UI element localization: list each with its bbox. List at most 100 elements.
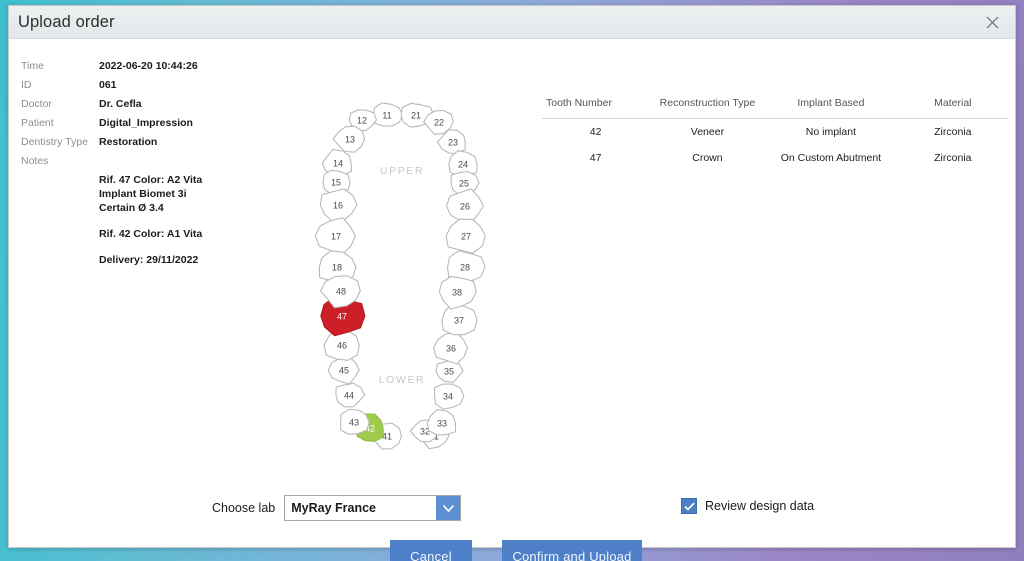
tooth-43[interactable]: 43 [340,408,370,435]
note-paragraph: Delivery: 29/11/2022 [99,254,199,266]
lab-select-value: MyRay France [291,501,377,515]
info-value-id: 061 [99,79,117,91]
tooth-number-label: 12 [357,116,367,126]
tooth-number-label: 26 [460,202,470,212]
tooth-37[interactable]: 37 [441,302,478,336]
tooth-number-label: 43 [349,418,359,428]
info-label-patient: Patient [21,117,54,129]
tooth-35[interactable]: 35 [435,359,464,383]
tooth-number-label: 46 [337,341,347,351]
choose-lab-label: Choose lab [212,501,276,515]
teeth-layer[interactable]: 1112131415161718212223242526272831323334… [314,102,486,450]
cell-reconstruction-type: Veneer [690,126,725,138]
tooth-number-label: 27 [461,232,471,242]
check-icon[interactable] [681,498,697,514]
reconstruction-table: Tooth Number Reconstruction Type Implant… [542,94,1008,171]
cell-material: Zirconia [934,152,972,164]
tooth-number-label: 25 [459,179,469,189]
lab-select[interactable]: MyRay France [284,495,462,521]
table-header-row: Tooth Number Reconstruction Type Implant… [542,94,1008,119]
info-row: Time 2022-06-20 10:44:26 [21,59,256,74]
review-design-data-checkbox[interactable]: Review design data [681,498,814,514]
table-row[interactable]: 42 Veneer No implant Zirconia [542,119,1008,146]
tooth-33[interactable]: 33 [426,409,457,436]
tooth-number-label: 37 [454,316,464,326]
close-icon[interactable] [969,6,1015,38]
choose-lab-row: Choose lab MyRay France [212,495,462,521]
tooth-number-label: 36 [446,344,456,354]
order-info-panel: Time 2022-06-20 10:44:26 ID 061 Doctor D… [21,59,256,267]
info-row: Doctor Dr. Cefla [21,97,256,112]
info-label-doctor: Doctor [21,98,52,110]
cell-tooth-number: 47 [589,152,602,164]
tooth-number-label: 14 [333,159,343,169]
upper-arch-label: UPPER [380,165,424,177]
tooth-number-label: 17 [331,232,341,242]
chevron-down-icon[interactable] [436,496,461,520]
tooth-16[interactable]: 16 [319,188,358,222]
cell-material: Zirconia [934,126,972,138]
tooth-13[interactable]: 13 [332,125,366,153]
column-header-implant-based: Implant Based [765,94,897,119]
info-row: Notes [21,154,256,169]
cell-implant-based: On Custom Abutment [780,152,882,164]
note-paragraph: Rif. 42 Color: A1 Vita [99,228,203,240]
dialog-body: Time 2022-06-20 10:44:26 ID 061 Doctor D… [9,39,1015,561]
tooth-27[interactable]: 27 [445,218,486,254]
note-paragraph: Rif. 47 Color: A2 Vita Implant Biomet 3i… [99,174,203,214]
column-header-reconstruction-type: Reconstruction Type [649,94,766,119]
table-row[interactable]: 47 Crown On Custom Abutment Zirconia [542,145,1008,171]
tooth-number-label: 33 [437,419,447,429]
tooth-number-label: 18 [332,263,342,273]
tooth-number-label: 16 [333,201,343,211]
tooth-number-label: 48 [336,287,346,297]
tooth-38[interactable]: 38 [438,275,477,310]
review-design-data-label: Review design data [705,499,815,513]
dental-arch-chart[interactable]: UPPER LOWER 11 12 13 14 15 16 17 18 21 22 23 24 25 26… [305,94,505,454]
tooth-number-label: 28 [460,263,470,273]
info-label-dentistry-type: Dentistry Type [21,136,88,148]
dental-chart-svg[interactable]: UPPER LOWER 11 1213 14 15 16 17 18 21 22 23 24 25 26… [305,94,505,454]
tooth-number-label: 35 [444,367,454,377]
info-value-doctor: Dr. Cefla [99,98,142,110]
info-value-patient: Digital_Impression [99,117,193,129]
cell-implant-based: No implant [805,126,856,138]
dialog-titlebar: Upload order [9,6,1015,39]
tooth-number-label: 47 [337,312,347,322]
tooth-45[interactable]: 45 [327,355,360,385]
column-header-tooth-number: Tooth Number [542,94,650,119]
lower-arch-label: LOWER [379,374,426,386]
tooth-number-label: 24 [458,160,468,170]
info-row: ID 061 [21,78,256,93]
tooth-number-label: 34 [443,392,453,402]
tooth-number-label: 15 [331,178,341,188]
order-notes: Rif. 47 Color: A2 Vita Implant Biomet 3i… [99,173,256,267]
cancel-button[interactable]: Cancel [390,540,472,561]
info-row: Patient Digital_Impression [21,116,256,131]
tooth-26[interactable]: 26 [445,188,484,224]
tooth-number-label: 38 [452,288,462,298]
upload-order-dialog: Upload order Time 2022-06-20 10:44:26 ID… [8,5,1016,561]
tooth-44[interactable]: 44 [335,382,366,408]
info-label-notes: Notes [21,155,49,167]
tooth-17[interactable]: 17 [314,217,356,255]
tooth-number-label: 11 [382,111,391,121]
tooth-number-label: 44 [344,391,354,401]
column-header-material: Material [896,94,1008,119]
tooth-36[interactable]: 36 [432,332,469,365]
tooth-34[interactable]: 34 [434,383,465,410]
confirm-and-upload-button[interactable]: Confirm and Upload [502,540,642,561]
tooth-number-label: 45 [339,366,349,376]
info-value-dentistry-type: Restoration [99,136,158,148]
info-value-time: 2022-06-20 10:44:26 [99,60,198,72]
cell-reconstruction-type: Crown [692,152,723,164]
cell-tooth-number: 42 [589,126,602,138]
tooth-number-label: 13 [345,135,355,145]
tooth-number-label: 23 [448,138,458,148]
info-label-id: ID [21,79,32,91]
info-row: Dentistry Type Restoration [21,135,256,150]
dialog-title: Upload order [18,12,115,31]
tooth-number-label: 21 [411,111,421,121]
tooth-11[interactable]: 11 [372,102,404,127]
info-label-time: Time [21,60,44,72]
